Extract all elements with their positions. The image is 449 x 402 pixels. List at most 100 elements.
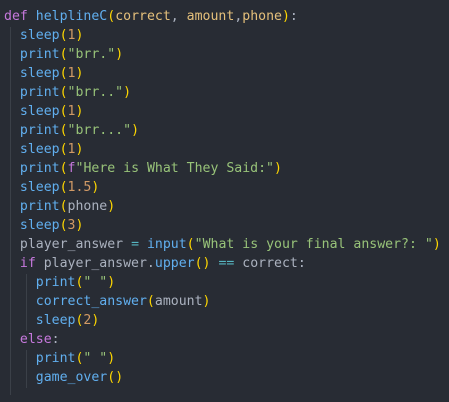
code-token-str: "brr."	[67, 47, 116, 62]
code-token-fn: sleep	[19, 28, 60, 43]
code-token-paren1: )	[75, 104, 84, 119]
code-line[interactable]: print("brr.")	[4, 45, 123, 64]
code-token-paren1: )	[131, 123, 140, 138]
code-line[interactable]: sleep(1)	[4, 64, 84, 83]
code-token-num: 1	[67, 104, 76, 119]
code-line[interactable]: print("brr...")	[4, 121, 139, 140]
code-token-num: 1	[67, 28, 76, 43]
code-token-str: "brr.."	[67, 85, 124, 100]
code-token-punc: ,	[170, 9, 187, 24]
code-token-var	[4, 256, 20, 271]
code-token-paren1: )	[123, 85, 132, 100]
code-line[interactable]: game_over()	[4, 368, 123, 387]
code-token-op: ==	[218, 256, 235, 271]
code-token-fn: upper	[154, 256, 195, 271]
code-line[interactable]: sleep(1)	[4, 26, 84, 45]
code-token-paren1: (	[59, 47, 68, 62]
code-token-paren1: (	[194, 256, 203, 271]
code-token-var	[4, 28, 20, 43]
code-line[interactable]: player_answer = input("What is your fina…	[4, 235, 441, 254]
code-line[interactable]: if player_answer.upper() == correct:	[4, 254, 306, 273]
code-token-var	[4, 142, 20, 157]
code-token-fn: print	[19, 199, 60, 214]
code-token-fn: correct_answer	[35, 294, 147, 309]
code-token-paren1: )	[281, 9, 290, 24]
code-token-paren1: )	[115, 370, 124, 385]
code-token-paren1: )	[107, 199, 116, 214]
code-line[interactable]: print("brr..")	[4, 83, 131, 102]
code-token-str: " "	[83, 351, 108, 366]
code-token-str: "brr..."	[67, 123, 132, 138]
code-token-paren1: )	[202, 294, 211, 309]
code-token-paren1: )	[274, 161, 282, 176]
code-token-var	[4, 85, 20, 100]
code-token-paren1: (	[59, 66, 68, 81]
code-token-num: 3	[67, 218, 76, 233]
code-line[interactable]: print(phone)	[4, 197, 115, 216]
code-token-var: phone	[67, 199, 108, 214]
code-token-str: " "	[83, 275, 108, 290]
code-token-fn: print	[19, 161, 60, 176]
code-token-var	[4, 313, 36, 328]
code-token-var: correct:	[234, 256, 306, 271]
code-line[interactable]: print(" ")	[4, 349, 115, 368]
code-token-paren1: )	[91, 180, 100, 195]
code-token-paren1: )	[107, 351, 116, 366]
code-token-fn: helplineC	[35, 9, 108, 24]
code-token-paren1: (	[59, 142, 68, 157]
code-token-fn: sleep	[19, 66, 60, 81]
code-token-var	[4, 47, 20, 62]
code-line[interactable]: print(f"Here is What They Said:")	[4, 159, 282, 178]
code-token-paren1: )	[75, 28, 84, 43]
code-token-paren1: )	[75, 142, 84, 157]
code-token-param: correct	[115, 9, 171, 24]
code-token-var	[4, 66, 20, 81]
code-token-punc: :	[289, 9, 298, 24]
code-token-var	[4, 275, 36, 290]
code-token-param: amount	[186, 9, 235, 24]
code-token-paren1: (	[59, 180, 68, 195]
code-token-fn: game_over	[35, 370, 108, 385]
code-token-paren1: (	[59, 85, 68, 100]
code-token-var	[4, 294, 36, 309]
code-token-kw: def	[4, 9, 28, 24]
code-token-fn: print	[19, 47, 60, 62]
code-token-var	[4, 161, 20, 176]
code-token-var	[4, 218, 20, 233]
code-token-fn: sleep	[35, 313, 76, 328]
code-token-fn: print	[35, 351, 76, 366]
code-token-var	[4, 370, 36, 385]
code-token-paren1: (	[59, 161, 68, 176]
code-token-paren1: (	[59, 218, 68, 233]
code-token-paren1: )	[91, 313, 100, 328]
code-token-fn: sleep	[19, 142, 60, 157]
code-line[interactable]: sleep(1)	[4, 140, 84, 159]
code-token-kw: if	[19, 256, 36, 271]
code-token-fn: sleep	[19, 180, 60, 195]
code-token-punc: :	[51, 332, 60, 347]
code-token-paren1: (	[59, 28, 68, 43]
code-line[interactable]: sleep(2)	[4, 311, 100, 330]
code-token-num: 1.5	[67, 180, 92, 195]
code-token-var	[4, 351, 36, 366]
code-line[interactable]: else:	[4, 330, 60, 349]
code-line[interactable]: sleep(1.5)	[4, 178, 99, 197]
code-token-var	[28, 9, 36, 24]
code-token-var	[4, 237, 20, 252]
code-token-var	[4, 332, 20, 347]
code-token-str: "What is your final answer?: "	[194, 237, 433, 252]
code-editor[interactable]: def helplineC(correct, amount,phone): sl…	[0, 0, 449, 402]
code-token-var	[123, 237, 131, 252]
code-token-paren1: )	[75, 66, 84, 81]
code-line[interactable]: correct_answer(amount)	[4, 292, 211, 311]
code-line[interactable]: def helplineC(correct, amount,phone):	[4, 7, 298, 26]
code-line[interactable]: sleep(3)	[4, 216, 84, 235]
code-token-num: 1	[67, 142, 76, 157]
code-token-fn: input	[146, 237, 187, 252]
code-token-var	[4, 104, 20, 119]
code-line[interactable]: print(" ")	[4, 273, 115, 292]
code-token-paren1: )	[75, 218, 84, 233]
code-token-paren1: (	[107, 370, 116, 385]
code-line[interactable]: sleep(1)	[4, 102, 84, 121]
code-token-fn: print	[19, 85, 60, 100]
